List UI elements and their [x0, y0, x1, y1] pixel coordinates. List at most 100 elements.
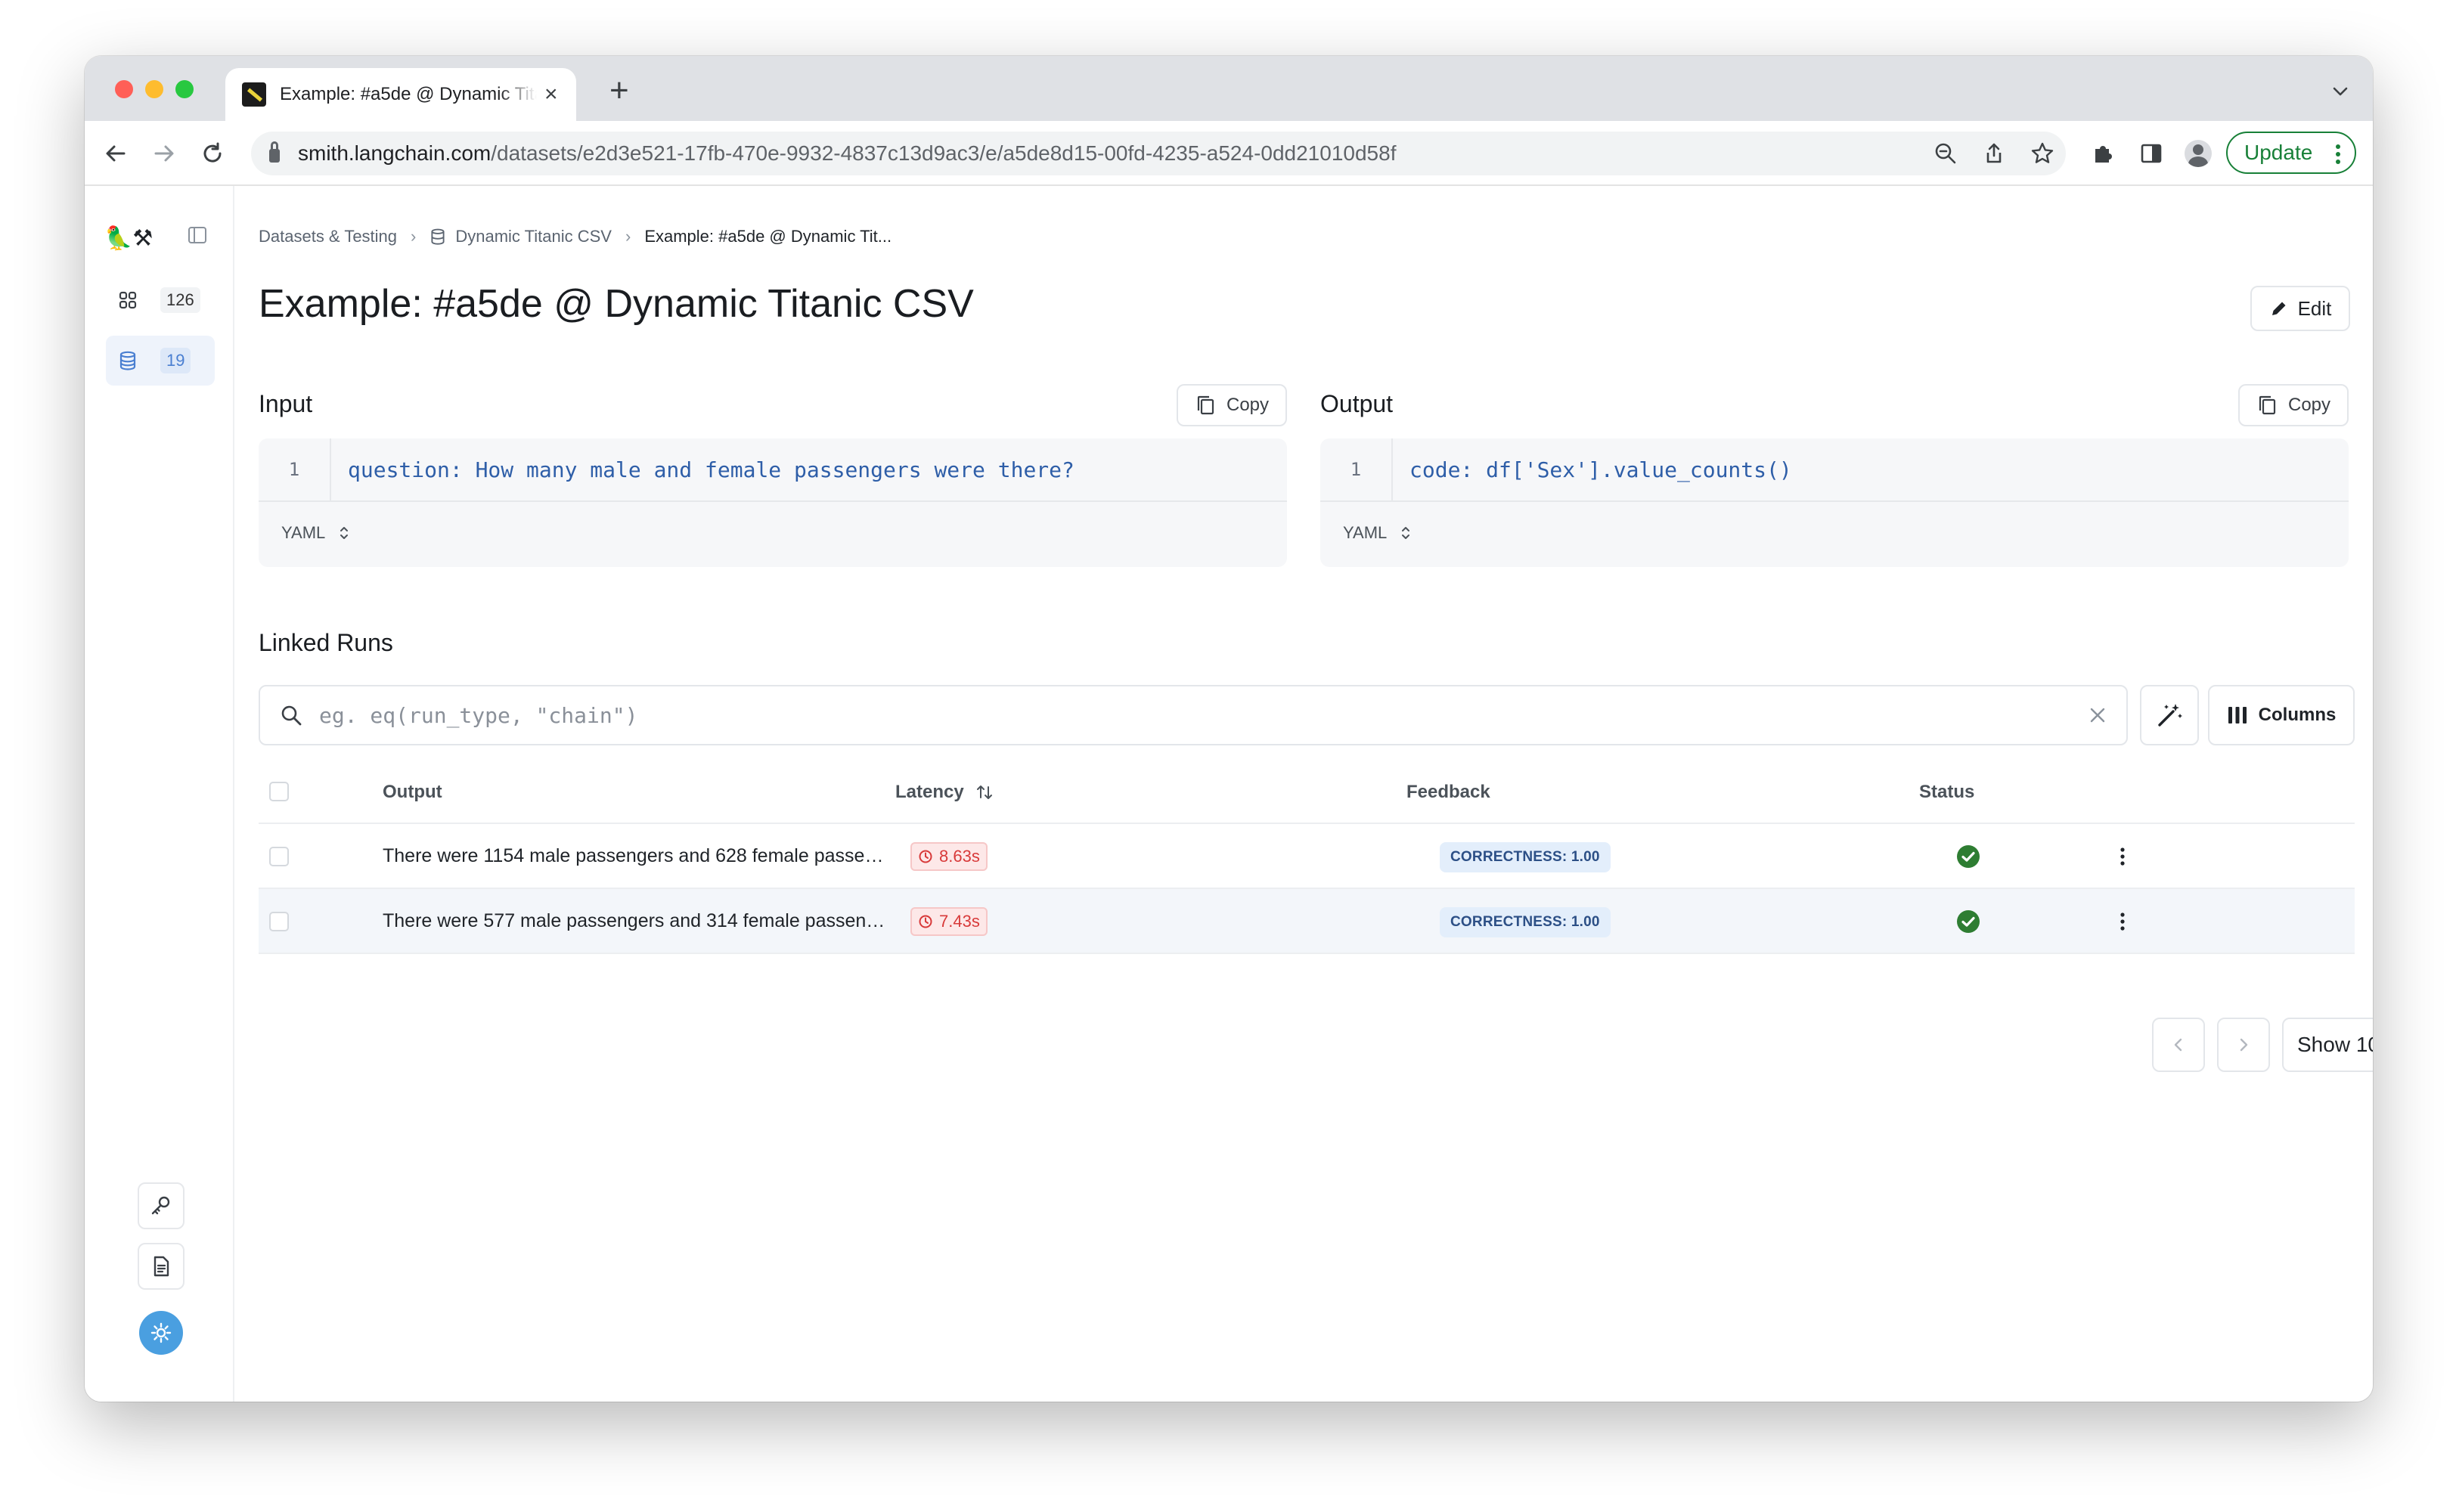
row-actions-kebab-icon[interactable] — [2110, 909, 2135, 934]
clear-filter-icon[interactable] — [2087, 705, 2108, 726]
user-avatar[interactable] — [139, 1311, 183, 1355]
row-checkbox[interactable] — [269, 847, 289, 866]
lock-icon — [269, 141, 280, 163]
feedback-badge[interactable]: CORRECTNESS: 1.00 — [1440, 842, 1611, 872]
breadcrumb-dataset-link[interactable]: Dynamic Titanic CSV — [455, 227, 612, 246]
row-actions-kebab-icon[interactable] — [2110, 844, 2135, 869]
share-icon[interactable] — [1978, 138, 2010, 169]
page-size-select[interactable]: Show 10 — [2282, 1018, 2373, 1072]
browser-toolbar: smith.langchain.com/datasets/e2d3e521-17… — [85, 121, 2373, 186]
table-header: Output Latency Feedback Status — [259, 761, 2355, 824]
copy-input-button[interactable]: Copy — [1177, 384, 1287, 426]
user-settings-icon — [150, 1322, 172, 1343]
zoom-icon[interactable] — [1930, 138, 1961, 169]
column-header-latency[interactable]: Latency — [895, 782, 994, 803]
select-updown-icon — [340, 527, 349, 539]
forward-icon[interactable] — [148, 138, 180, 169]
breadcrumb-current: Example: #a5de @ Dynamic Tit... — [644, 227, 892, 246]
sidebar-collapse-icon[interactable] — [188, 225, 207, 245]
code-line: 1 question: How many male and female pas… — [259, 438, 1287, 502]
table-row[interactable]: There were 577 male passengers and 314 f… — [259, 889, 2355, 954]
success-check-icon — [1957, 845, 1980, 868]
key-icon — [151, 1196, 170, 1215]
columns-button[interactable]: Columns — [2208, 685, 2355, 745]
reload-icon[interactable] — [197, 138, 228, 169]
line-number: 1 — [1320, 438, 1393, 500]
copy-output-button[interactable]: Copy — [2238, 384, 2349, 426]
latency-badge: 8.63s — [910, 842, 988, 871]
table-row[interactable]: There were 1154 male passengers and 628 … — [259, 824, 2355, 889]
pencil-icon — [2271, 302, 2286, 315]
page-title: Example: #a5de @ Dynamic Titanic CSV — [259, 282, 974, 326]
input-format-select[interactable]: YAML — [281, 523, 349, 543]
extensions-puzzle-icon[interactable] — [2087, 138, 2119, 169]
breadcrumb-datasets-link[interactable]: Datasets & Testing — [259, 227, 397, 246]
browser-window: Example: #a5de @ Dynamic Titanic CSV × +… — [85, 56, 2373, 1402]
next-page-button[interactable] — [2217, 1018, 2270, 1072]
apps-grid-icon — [119, 291, 137, 309]
sidebar-item-datasets[interactable]: 19 — [106, 336, 215, 386]
database-icon — [431, 228, 445, 245]
feedback-badge[interactable]: CORRECTNESS: 1.00 — [1440, 907, 1611, 937]
kebab-menu-icon — [2336, 144, 2340, 164]
sidebar-item-count: 19 — [160, 348, 191, 373]
tab-strip: Example: #a5de @ Dynamic Titanic CSV × + — [85, 56, 2373, 121]
output-code-editor[interactable]: 1 code: df['Sex'].value_counts() YAML — [1320, 438, 2349, 567]
ai-filter-button[interactable] — [2140, 685, 2199, 745]
code-line: 1 code: df['Sex'].value_counts() — [1320, 438, 2349, 502]
sidebar-item-count: 126 — [160, 287, 200, 313]
run-output: There were 577 male passengers and 314 f… — [383, 910, 889, 931]
row-checkbox[interactable] — [269, 912, 289, 931]
column-header-output[interactable]: Output — [383, 782, 442, 803]
previous-page-button[interactable] — [2152, 1018, 2205, 1072]
sidebar-item-projects[interactable]: 126 — [106, 275, 215, 325]
sort-arrows-icon[interactable] — [975, 782, 994, 802]
back-icon[interactable] — [100, 138, 132, 169]
linked-runs-title: Linked Runs — [259, 629, 393, 656]
address-bar[interactable]: smith.langchain.com/datasets/e2d3e521-17… — [251, 132, 2066, 175]
runs-filter-box[interactable] — [259, 685, 2128, 745]
database-icon — [119, 351, 136, 370]
select-updown-icon — [1402, 527, 1410, 539]
breadcrumb: Datasets & Testing › Dynamic Titanic CSV… — [259, 227, 892, 246]
input-code-text[interactable]: question: How many male and female passe… — [348, 457, 1074, 482]
documentation-button[interactable] — [138, 1243, 185, 1290]
clock-icon — [919, 915, 932, 928]
main-content: Datasets & Testing › Dynamic Titanic CSV… — [236, 186, 2373, 1402]
runs-filter-input[interactable] — [319, 702, 1983, 728]
tab-search-chevron-icon[interactable] — [2330, 82, 2350, 101]
output-format-select[interactable]: YAML — [1343, 523, 1411, 543]
input-code-editor[interactable]: 1 question: How many male and female pas… — [259, 438, 1287, 567]
column-header-feedback[interactable]: Feedback — [1406, 782, 1490, 803]
maximize-window-button[interactable] — [175, 80, 194, 98]
app-content: 🦜⚒ 126 19 Datasets & Testing › Dynamic T… — [85, 186, 2373, 1402]
column-header-status[interactable]: Status — [1919, 782, 1974, 803]
magic-wand-icon — [2158, 704, 2182, 727]
url-text: smith.langchain.com/datasets/e2d3e521-17… — [298, 141, 1397, 165]
minimize-window-button[interactable] — [145, 80, 163, 98]
profile-avatar-icon[interactable] — [2182, 138, 2214, 169]
bookmark-star-icon[interactable] — [2027, 138, 2058, 169]
close-window-button[interactable] — [115, 80, 133, 98]
chevron-right-icon — [2240, 1038, 2248, 1052]
document-icon — [154, 1256, 169, 1277]
linked-runs-table: Output Latency Feedback Status There wer… — [259, 761, 2355, 954]
langsmith-favicon-icon — [242, 82, 266, 107]
edit-button[interactable]: Edit — [2250, 286, 2350, 331]
new-tab-icon[interactable]: + — [609, 74, 629, 107]
output-panel-title: Output — [1320, 390, 1394, 417]
api-keys-button[interactable] — [138, 1182, 185, 1229]
line-number: 1 — [259, 438, 331, 500]
chevron-right-icon: › — [625, 227, 631, 246]
copy-icon — [2259, 395, 2276, 415]
close-tab-icon[interactable]: × — [544, 83, 558, 106]
output-code-text[interactable]: code: df['Sex'].value_counts() — [1409, 457, 1792, 482]
side-panel-icon[interactable] — [2135, 138, 2167, 169]
clock-icon — [919, 850, 932, 863]
sidebar: 🦜⚒ 126 19 — [85, 186, 234, 1402]
select-all-checkbox[interactable] — [269, 782, 289, 801]
browser-tab[interactable]: Example: #a5de @ Dynamic Titanic CSV × — [225, 68, 576, 121]
langsmith-logo-icon[interactable]: 🦜⚒ — [104, 225, 153, 252]
update-button[interactable]: Update — [2226, 132, 2356, 174]
columns-icon — [2228, 707, 2247, 723]
